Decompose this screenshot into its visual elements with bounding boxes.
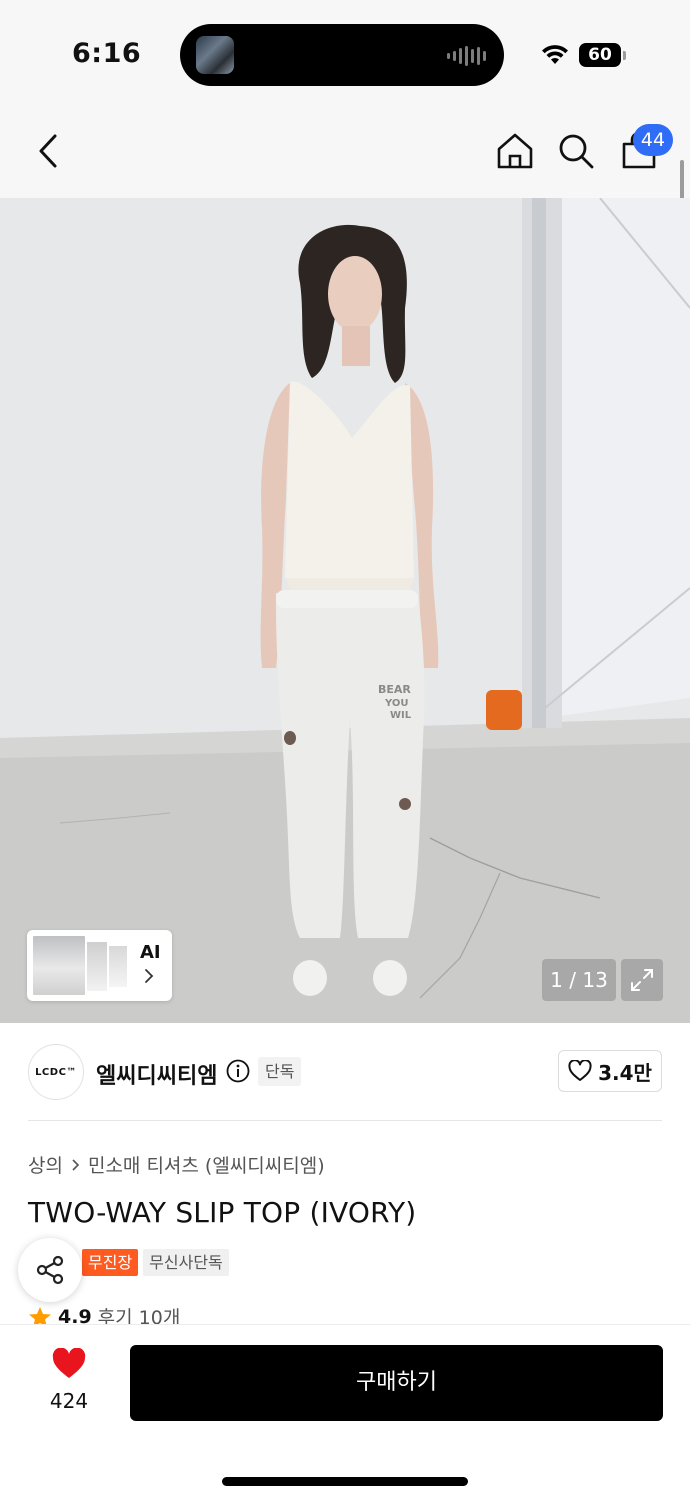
svg-text:WIL: WIL <box>390 710 412 721</box>
brand-like-button[interactable]: 3.4만 <box>558 1050 662 1092</box>
search-button[interactable] <box>555 130 597 172</box>
breadcrumb-subcategory[interactable]: 민소매 티셔츠 (엘씨디씨티엠) <box>88 1151 325 1178</box>
tag-mujinjang: 무진장 <box>82 1249 139 1276</box>
search-icon <box>559 134 594 169</box>
buy-button[interactable]: 구매하기 <box>130 1345 663 1421</box>
exclusive-badge: 단독 <box>258 1057 302 1086</box>
chevron-right-icon <box>144 968 154 988</box>
breadcrumb-category[interactable]: 상의 <box>28 1151 63 1178</box>
breadcrumb: 상의 민소매 티셔츠 (엘씨디씨티엠) <box>28 1151 325 1178</box>
home-button[interactable] <box>494 130 536 172</box>
battery-nub <box>623 51 626 60</box>
share-icon <box>36 1255 64 1285</box>
brand-name[interactable]: 엘씨디씨티엠 <box>96 1058 217 1090</box>
wifi-icon <box>540 42 570 70</box>
battery-icon: 60 <box>579 43 621 67</box>
heart-outline-icon <box>568 1060 592 1081</box>
dynamic-island <box>180 24 504 86</box>
divider <box>28 1120 662 1121</box>
like-count: 424 <box>49 1389 89 1413</box>
info-icon[interactable] <box>226 1059 250 1087</box>
chevron-right-icon <box>72 1158 80 1171</box>
svg-text:YOU: YOU <box>384 698 409 709</box>
thumbnail-stack <box>31 934 131 997</box>
thumbnail-image <box>31 934 87 997</box>
product-photo-illustration: BEAR YOU WIL <box>0 198 690 1023</box>
ai-label: AI <box>140 942 161 963</box>
product-image[interactable]: BEAR YOU WIL <box>0 198 690 1023</box>
share-button[interactable] <box>18 1238 82 1302</box>
chevron-left-icon <box>39 134 57 168</box>
brand-like-count: 3.4만 <box>598 1060 652 1085</box>
ai-styling-thumbnail[interactable]: AI <box>27 930 172 1001</box>
product-tags: 무진장 무신사단독 <box>82 1249 229 1276</box>
fullscreen-button[interactable] <box>621 959 663 1001</box>
home-icon <box>497 133 533 169</box>
image-counter: 1 / 13 <box>542 959 616 1001</box>
cart-count-badge: 44 <box>633 124 673 156</box>
audio-wave-icon <box>447 46 486 66</box>
heart-filled-icon <box>52 1347 86 1378</box>
home-indicator[interactable] <box>222 1477 468 1486</box>
app-header <box>0 100 690 198</box>
back-button[interactable] <box>28 128 68 174</box>
status-time: 6:16 <box>72 38 142 69</box>
product-title: TWO-WAY SLIP TOP (IVORY) <box>28 1196 417 1229</box>
svg-text:BEAR: BEAR <box>378 683 411 696</box>
brand-logo[interactable]: LCDC™ <box>28 1044 84 1100</box>
status-bar: 6:16 60 <box>0 0 690 100</box>
tag-musinsa-exclusive: 무신사단독 <box>143 1249 229 1276</box>
expand-icon <box>631 969 653 991</box>
now-playing-artwork <box>196 36 234 74</box>
